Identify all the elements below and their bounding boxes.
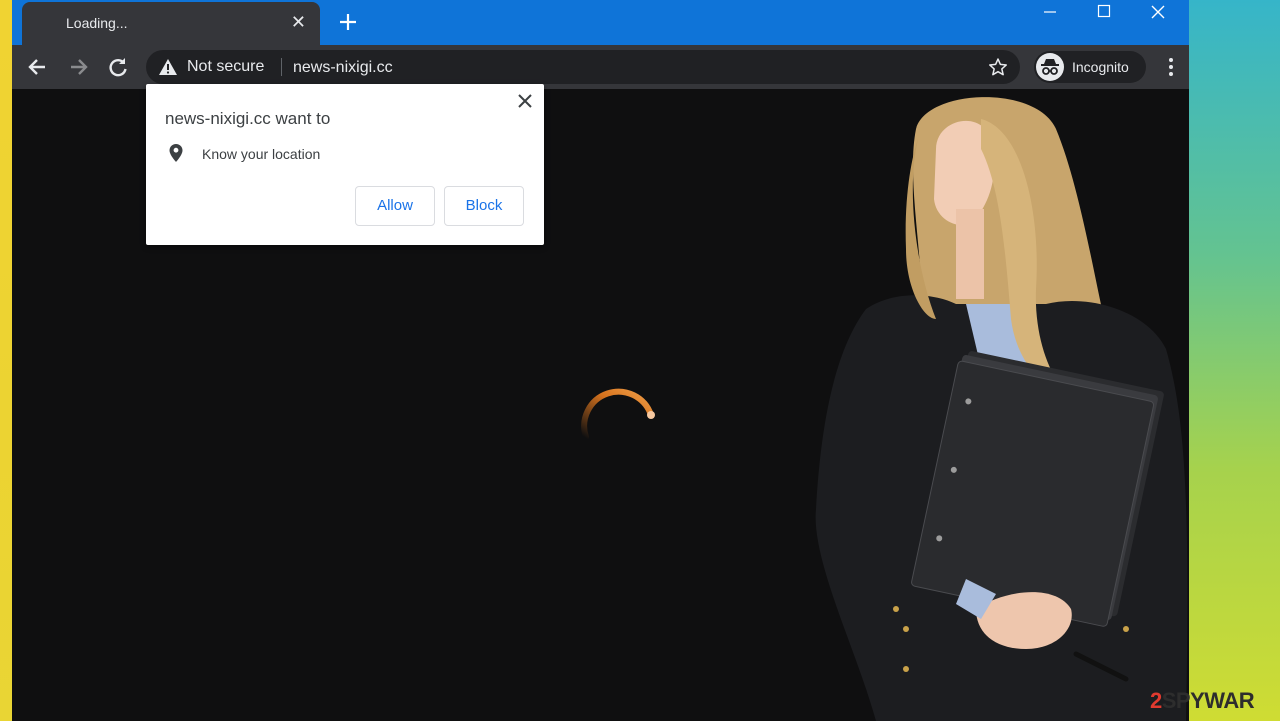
address-bar[interactable]: Not secure news-nixigi.cc	[146, 50, 1020, 84]
permission-dialog-title: news-nixigi.cc want to	[165, 109, 331, 128]
close-window-button[interactable]	[1135, 0, 1181, 30]
permission-description: Know your location	[202, 146, 321, 162]
location-pin-icon	[169, 144, 183, 162]
minimize-icon	[1044, 11, 1056, 13]
active-tab[interactable]: Loading... ✕	[22, 2, 320, 45]
maximize-button[interactable]	[1081, 0, 1127, 30]
allow-button[interactable]: Allow	[355, 186, 435, 226]
title-bar: Loading... ✕	[12, 0, 1189, 45]
reload-icon	[109, 58, 127, 77]
block-button[interactable]: Block	[444, 186, 524, 226]
new-tab-button[interactable]	[334, 8, 362, 36]
tab-title: Loading...	[66, 15, 128, 31]
tab-close-icon[interactable]: ✕	[291, 13, 306, 31]
omnibox-divider	[281, 58, 282, 76]
forward-button[interactable]	[65, 54, 91, 80]
plus-icon	[340, 14, 356, 30]
incognito-icon	[1036, 53, 1064, 81]
bookmark-star-icon[interactable]	[988, 57, 1008, 77]
close-icon[interactable]	[518, 94, 532, 108]
incognito-label: Incognito	[1072, 59, 1129, 75]
reload-button[interactable]	[105, 54, 131, 80]
woman-photo	[815, 97, 1188, 721]
loading-spinner	[581, 388, 655, 440]
permission-dialog: news-nixigi.cc want to Know your locatio…	[146, 84, 544, 245]
browser-menu-button[interactable]	[1162, 55, 1180, 79]
incognito-profile-button[interactable]: Incognito	[1034, 51, 1146, 83]
more-vert-icon	[1169, 58, 1173, 76]
spyware-watermark: 2SPYWAR	[1150, 688, 1255, 714]
background-right-strip	[1188, 0, 1280, 721]
close-icon	[1151, 5, 1165, 19]
security-status[interactable]: Not secure	[187, 58, 264, 76]
arrow-right-icon	[71, 59, 88, 75]
watermark-prefix: 2	[1150, 688, 1162, 713]
url-text[interactable]: news-nixigi.cc	[293, 59, 393, 77]
minimize-button[interactable]	[1027, 0, 1073, 30]
warning-icon[interactable]	[158, 58, 178, 76]
watermark-rest: SPYWAR	[1161, 688, 1255, 713]
maximize-icon	[1097, 4, 1111, 18]
browser-toolbar: Not secure news-nixigi.cc Incognito	[12, 45, 1189, 89]
arrow-left-icon	[28, 59, 45, 75]
back-button[interactable]	[25, 54, 51, 80]
